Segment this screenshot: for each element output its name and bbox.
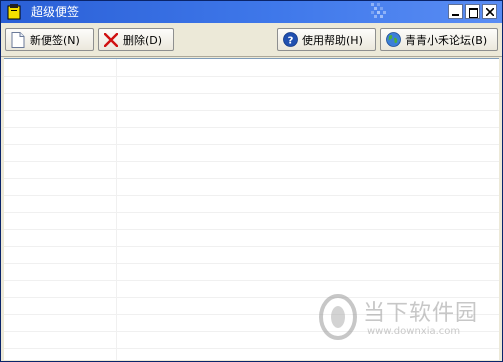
row-line bbox=[4, 348, 499, 349]
toolbar: 新便签(N) 删除(D) ? 使用帮助(H) 青青小禾论坛(B) bbox=[1, 23, 502, 57]
close-icon bbox=[486, 8, 494, 16]
row-line bbox=[4, 110, 499, 111]
close-button[interactable] bbox=[482, 4, 497, 19]
row-line bbox=[4, 229, 499, 230]
watermark-logo-icon bbox=[319, 294, 357, 340]
row-line bbox=[4, 178, 499, 179]
help-button[interactable]: ? 使用帮助(H) bbox=[277, 28, 376, 51]
row-line bbox=[4, 76, 499, 77]
watermark: 当下软件园 www.downxia.com bbox=[315, 293, 485, 343]
minimize-button[interactable] bbox=[448, 4, 463, 19]
maximize-icon bbox=[469, 8, 478, 18]
new-note-button[interactable]: 新便签(N) bbox=[5, 28, 94, 51]
forum-button[interactable]: 青青小禾论坛(B) bbox=[380, 28, 498, 51]
title-bar[interactable]: 超级便签 bbox=[1, 1, 502, 23]
app-window: 超级便签 新便签(N) 删除(D) ? 使用帮助(H) 青青小禾论坛(B) 当下… bbox=[0, 0, 503, 362]
row-line bbox=[4, 161, 499, 162]
row-line bbox=[4, 263, 499, 264]
watermark-url: www.downxia.com bbox=[367, 326, 461, 337]
note-app-icon bbox=[7, 4, 21, 20]
globe-icon bbox=[385, 32, 401, 48]
watermark-name: 当下软件园 bbox=[363, 301, 479, 326]
row-line bbox=[4, 144, 499, 145]
delete-label: 删除(D) bbox=[123, 33, 163, 47]
svg-text:?: ? bbox=[287, 35, 293, 46]
document-icon bbox=[10, 31, 26, 48]
row-line bbox=[4, 246, 499, 247]
row-line bbox=[4, 93, 499, 94]
red-x-icon bbox=[103, 32, 119, 48]
maximize-button[interactable] bbox=[465, 4, 480, 19]
delete-button[interactable]: 删除(D) bbox=[98, 28, 174, 51]
forum-label: 青青小禾论坛(B) bbox=[405, 33, 488, 47]
row-line bbox=[4, 195, 499, 196]
window-title: 超级便签 bbox=[31, 5, 80, 19]
row-line bbox=[4, 280, 499, 281]
help-label: 使用帮助(H) bbox=[302, 33, 363, 47]
row-line bbox=[4, 212, 499, 213]
titlebar-decoration-icon bbox=[371, 3, 386, 18]
new-note-label: 新便签(N) bbox=[30, 33, 80, 47]
minimize-icon bbox=[452, 14, 459, 16]
row-line bbox=[4, 127, 499, 128]
question-icon: ? bbox=[282, 32, 298, 48]
